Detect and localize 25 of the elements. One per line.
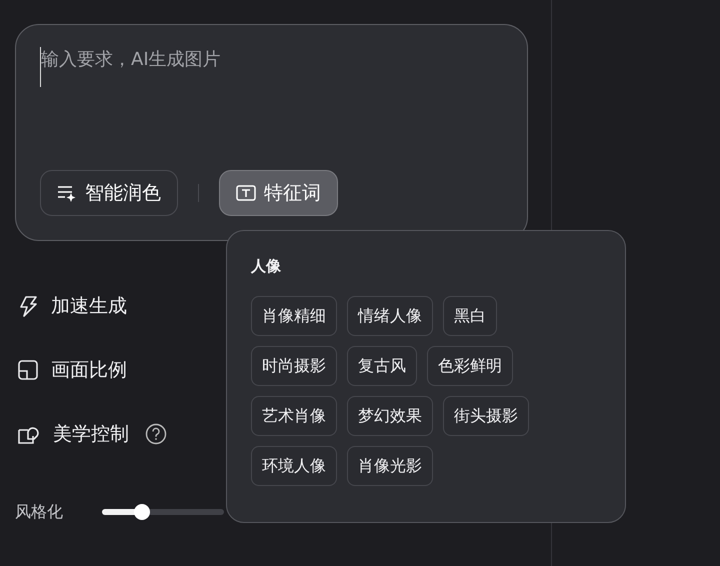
keyword-chip[interactable]: 环境人像 (251, 446, 337, 486)
option-label[interactable]: 美学控制 (53, 421, 129, 447)
option-label[interactable]: 画面比例 (51, 357, 127, 383)
keyword-chip[interactable]: 色彩鲜明 (427, 346, 513, 386)
prompt-input[interactable]: 输入要求，AI生成图片 (40, 47, 481, 87)
keyword-chip[interactable]: 复古风 (347, 346, 417, 386)
keyword-chip[interactable]: 肖像光影 (347, 446, 433, 486)
keyword-chip[interactable]: 艺术肖像 (251, 396, 337, 436)
lightning-icon (17, 295, 39, 317)
slider-label: 风格化 (15, 502, 64, 522)
keyword-chip[interactable]: 时尚摄影 (251, 346, 337, 386)
option-label[interactable]: 加速生成 (51, 293, 127, 319)
keyword-chip[interactable]: 街头摄影 (443, 396, 529, 436)
aspect-ratio-icon (17, 359, 39, 381)
popover-title: 人像 (251, 257, 282, 276)
help-icon[interactable] (145, 423, 167, 445)
tool-button[interactable]: 特征词 (219, 170, 338, 216)
keyword-chip[interactable]: 梦幻效果 (347, 396, 433, 436)
text-box-icon (236, 184, 256, 202)
keyword-chip[interactable]: 情绪人像 (347, 296, 433, 336)
keyword-chip[interactable]: 肖像精细 (251, 296, 337, 336)
slider[interactable] (102, 504, 224, 520)
keyword-chip[interactable]: 黑白 (443, 296, 497, 336)
tool-button[interactable]: 智能润色 (40, 170, 178, 216)
sparkle-lines-icon (57, 184, 77, 202)
